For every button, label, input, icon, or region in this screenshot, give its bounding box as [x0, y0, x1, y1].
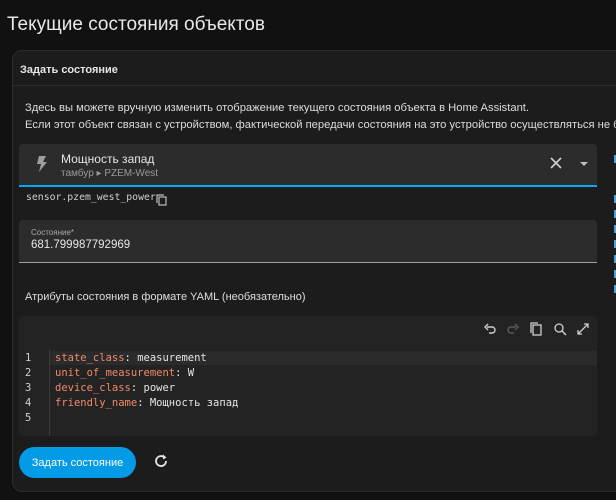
state-field[interactable]: Состояние* — [19, 220, 597, 263]
dropdown-arrow-icon[interactable] — [580, 162, 588, 166]
yaml-value: power — [143, 382, 176, 394]
entity-picker[interactable]: Мощность запад тамбур ▸ PZEM-West — [19, 144, 597, 187]
card-description: Здесь вы можете вручную изменить отображ… — [25, 100, 616, 134]
yaml-key: unit_of_measurement — [55, 367, 176, 379]
description-line-2: Если этот объект связан с устройством, ф… — [25, 119, 616, 131]
copy-yaml-icon[interactable] — [529, 322, 543, 341]
yaml-value: measurement — [137, 352, 207, 364]
yaml-separator: : — [130, 382, 144, 394]
redo-icon[interactable] — [506, 322, 520, 341]
flash-icon — [36, 156, 48, 177]
entity-area-path: тамбур ▸ PZEM-West — [61, 168, 159, 179]
line-number: 3 — [25, 382, 32, 394]
card-divider — [13, 85, 616, 86]
yaml-separator: : — [175, 367, 188, 379]
yaml-key: device_class — [55, 382, 131, 394]
line-number-gutter — [19, 349, 50, 436]
description-line-1: Здесь вы можете вручную изменить отображ… — [25, 102, 530, 114]
line-number: 5 — [25, 412, 32, 424]
refresh-icon[interactable] — [153, 453, 169, 474]
undo-icon[interactable] — [483, 322, 497, 341]
copy-icon[interactable] — [156, 193, 167, 211]
yaml-separator: : — [137, 397, 150, 409]
yaml-line[interactable]: unit_of_measurement: W — [55, 367, 194, 379]
entity-id: sensor.pzem_west_power — [26, 192, 156, 203]
yaml-value: Мощность запад — [149, 397, 239, 409]
yaml-section-title: Атрибуты состояния в формате YAML (необя… — [25, 291, 306, 303]
line-number: 4 — [25, 397, 32, 409]
yaml-editor[interactable]: 1 2 3 4 5 state_class: measurement unit_… — [19, 316, 597, 436]
yaml-line[interactable]: friendly_name: Мощность запад — [55, 397, 238, 409]
yaml-separator: : — [124, 352, 138, 364]
clear-icon[interactable] — [549, 156, 563, 175]
line-number: 1 — [25, 352, 32, 364]
search-replace-icon[interactable] — [553, 322, 567, 341]
yaml-value: W — [187, 367, 195, 379]
entity-name: Мощность запад — [61, 152, 155, 166]
set-state-button[interactable]: Задать состояние — [19, 447, 136, 478]
page-title: Текущие состояния объектов — [7, 14, 265, 35]
yaml-key: state_class — [55, 352, 125, 364]
yaml-line[interactable]: device_class: power — [55, 382, 175, 394]
line-number: 2 — [25, 367, 32, 379]
state-input[interactable] — [31, 239, 431, 251]
yaml-key: friendly_name — [55, 397, 138, 409]
state-field-label: Состояние* — [31, 228, 75, 237]
set-state-card: Задать состояние Здесь вы можете вручную… — [12, 50, 616, 492]
fullscreen-icon[interactable] — [576, 322, 590, 341]
yaml-line[interactable]: state_class: measurement — [55, 352, 207, 364]
card-title: Задать состояние — [20, 64, 118, 76]
